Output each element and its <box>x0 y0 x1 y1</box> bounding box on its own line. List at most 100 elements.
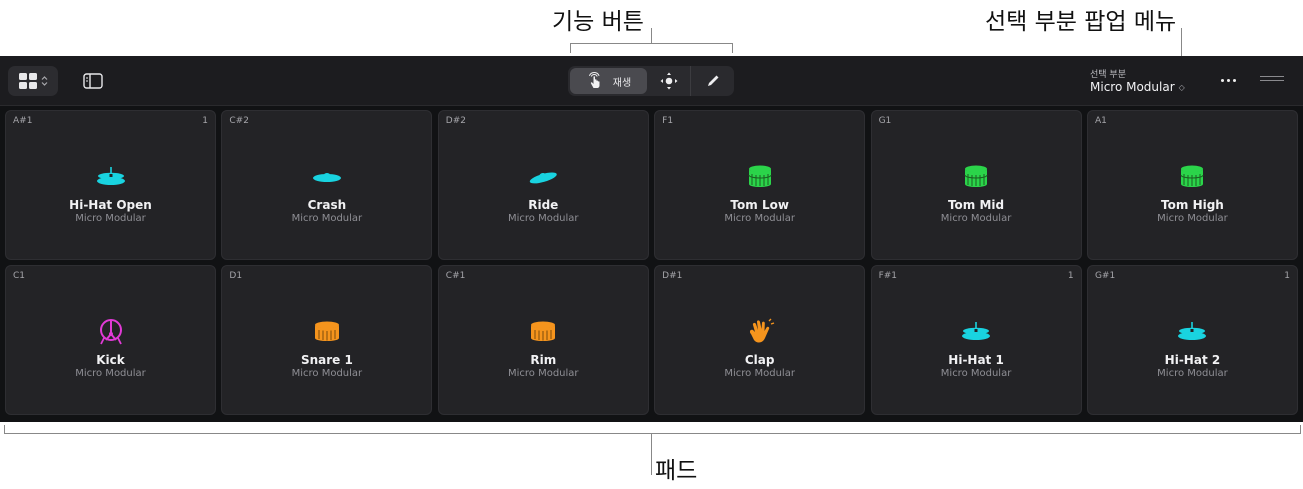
pad-kit: Micro Modular <box>291 368 363 379</box>
pad-kit: Micro Modular <box>508 213 579 224</box>
pencil-icon <box>707 75 718 86</box>
pad-3[interactable]: D#2 Ride Micro Modular <box>437 110 649 260</box>
tom-drum-icon <box>744 163 776 191</box>
drag-handle-icon <box>1260 76 1284 77</box>
drag-handle-line <box>1260 80 1284 81</box>
pad-count: 1 <box>202 116 208 126</box>
selection-popup-menu[interactable]: Micro Modular ◇ <box>1090 80 1185 94</box>
pad-name: Clap <box>744 353 775 367</box>
move-mode-button[interactable] <box>648 66 691 96</box>
function-buttons-callout: 기능 버튼 <box>552 9 644 35</box>
pad-grid: A#1 1 Hi-Hat Open Micro Modular C#2 Cras… <box>5 110 1301 416</box>
pad-note: D#2 <box>445 116 466 126</box>
pad-note: C#2 <box>229 116 249 126</box>
pad-kit: Micro Modular <box>508 368 579 379</box>
pad-note: D#1 <box>662 271 683 281</box>
function-buttons-bracket-right <box>732 43 733 53</box>
pad-kit: Micro Modular <box>1157 213 1228 224</box>
pad-note: A#1 <box>13 116 33 126</box>
pad-kit: Micro Modular <box>75 213 146 224</box>
pads-bracket-left <box>4 425 5 434</box>
ellipsis-icon <box>1220 78 1224 82</box>
pads-bracket <box>4 433 1301 434</box>
pad-count: 1 <box>1284 271 1290 281</box>
pad-name: Hi-Hat Open <box>69 198 152 212</box>
pads-callout: 패드 <box>655 458 698 484</box>
tom-drum-icon <box>960 163 992 191</box>
play-mode-label: 재생 <box>612 77 632 89</box>
pad-kit: Micro Modular <box>940 213 1012 224</box>
function-buttons: 재생 <box>568 66 734 96</box>
pad-8[interactable]: D1 Snare 1 Micro Modular <box>221 265 433 415</box>
pad-note: F1 <box>662 116 674 126</box>
ellipsis-dot <box>1226 78 1230 82</box>
pad-name: Kick <box>96 353 125 367</box>
pad-note: D1 <box>229 271 243 281</box>
pad-6[interactable]: A1 Tom High Micro Modular <box>1086 110 1298 260</box>
selection-popup-label: 선택 부분 <box>1090 70 1126 80</box>
pad-10[interactable]: D#1 Clap Micro Modular <box>654 265 866 415</box>
move-arrows-icon <box>660 72 678 90</box>
ride-cymbal-icon <box>527 163 559 191</box>
tom-drum-icon <box>1176 163 1208 191</box>
pad-name: Rim <box>530 353 557 367</box>
toolbar: 재생 선택 부분 Micro Modular ◇ <box>0 56 1303 106</box>
kick-drum-icon <box>95 318 127 346</box>
pencil-mode-button[interactable] <box>691 66 734 96</box>
pad-2[interactable]: C#2 Crash Micro Modular <box>221 110 433 260</box>
sidebar-icon <box>83 73 103 89</box>
more-options-button[interactable] <box>1216 72 1240 88</box>
pad-note: A1 <box>1094 116 1107 126</box>
pad-11[interactable]: F#1 1 Hi-Hat 1 Micro Modular <box>870 265 1082 415</box>
crash-cymbal-icon <box>311 163 343 191</box>
pad-note: C1 <box>13 271 26 281</box>
pads-bracket-right <box>1300 425 1301 434</box>
snare-drum-icon <box>311 318 343 346</box>
pad-kit: Micro Modular <box>75 368 146 379</box>
hihat-icon <box>960 318 992 346</box>
clap-hand-icon <box>744 318 776 346</box>
selection-popup-callout: 선택 부분 팝업 메뉴 <box>985 9 1177 35</box>
pad-1[interactable]: A#1 1 Hi-Hat Open Micro Modular <box>5 110 216 260</box>
pad-name: Ride <box>528 198 559 212</box>
pad-name: Snare 1 <box>300 353 353 367</box>
grid-icon <box>18 73 37 89</box>
pad-kit: Micro Modular <box>1157 368 1228 379</box>
resize-handle[interactable] <box>1260 76 1284 84</box>
pad-5[interactable]: G1 Tom Mid Micro Modular <box>870 110 1082 260</box>
play-mode-button[interactable]: 재생 <box>570 68 647 94</box>
drum-pads-window: 재생 선택 부분 Micro Modular ◇ A#1 1 Hi-Hat Op… <box>0 56 1303 422</box>
pad-name: Tom Low <box>730 198 789 212</box>
pad-7[interactable]: C1 Kick Micro Modular <box>5 265 216 415</box>
hihat-icon <box>95 163 127 191</box>
ellipsis-dot <box>1232 78 1236 82</box>
pad-count: 1 <box>1067 271 1074 281</box>
view-mode-button[interactable] <box>8 66 58 96</box>
function-buttons-bracket-left <box>570 43 571 53</box>
pad-name: Crash <box>307 198 347 212</box>
pad-note: C#1 <box>445 271 466 281</box>
pad-name: Tom High <box>1161 198 1224 212</box>
tap-hand-icon <box>588 72 600 88</box>
function-buttons-bracket <box>570 43 733 44</box>
hihat-icon <box>1176 318 1208 346</box>
pad-name: Hi-Hat 2 <box>1164 353 1221 367</box>
sidebar-toggle-button[interactable] <box>82 71 104 91</box>
selection-popup-value: Micro Modular <box>1090 80 1175 94</box>
pad-kit: Micro Modular <box>291 213 363 224</box>
pad-kit: Micro Modular <box>724 368 795 379</box>
up-down-chevron-icon: ◇ <box>1178 82 1185 92</box>
function-buttons-line-v <box>651 28 652 43</box>
pad-note: G#1 <box>1094 271 1116 281</box>
pad-note: F#1 <box>878 271 898 281</box>
pad-4[interactable]: F1 Tom Low Micro Modular <box>654 110 866 260</box>
pad-12[interactable]: G#1 1 Hi-Hat 2 Micro Modular <box>1086 265 1298 415</box>
pad-9[interactable]: C#1 Rim Micro Modular <box>437 265 649 415</box>
pads-line-v <box>651 433 652 475</box>
up-down-chevron-icon <box>41 76 47 86</box>
pad-note: G1 <box>878 116 892 126</box>
snare-drum-icon <box>527 318 559 346</box>
pad-kit: Micro Modular <box>724 213 795 224</box>
pad-kit: Micro Modular <box>940 368 1012 379</box>
pad-name: Hi-Hat 1 <box>948 353 1004 367</box>
